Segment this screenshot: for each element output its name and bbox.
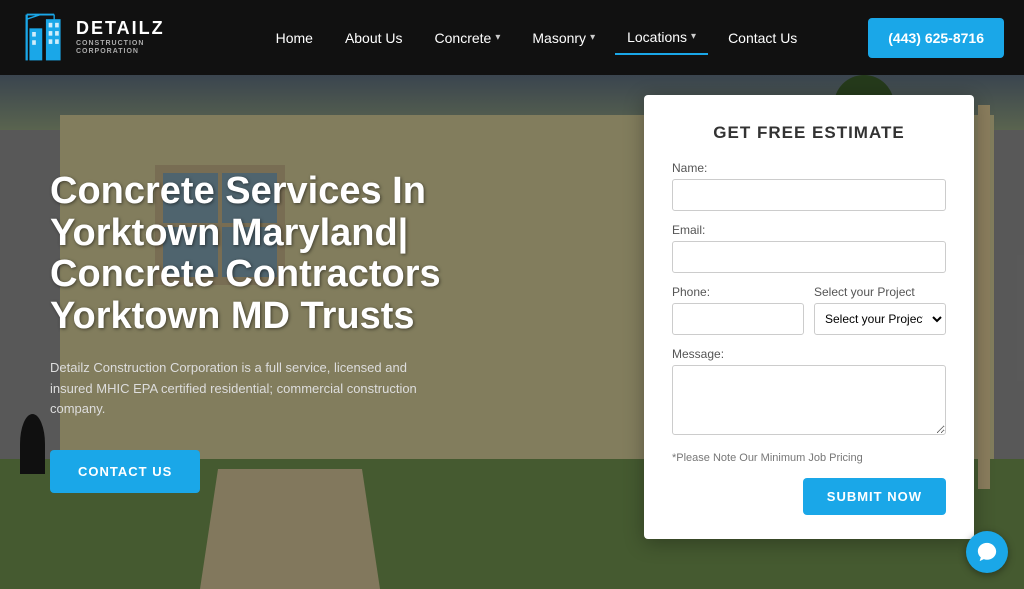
nav-links: Home About Us Concrete ▾ Masonry ▾ Locat… bbox=[205, 21, 869, 55]
logo-name: DETAILZ bbox=[76, 18, 165, 40]
phone-label: Phone: bbox=[672, 285, 804, 299]
phone-field-group: Phone: bbox=[672, 285, 804, 335]
phone-button[interactable]: (443) 625-8716 bbox=[868, 18, 1004, 58]
locations-chevron-icon: ▾ bbox=[691, 31, 696, 42]
project-field-group: Select your Project Select your Project … bbox=[814, 285, 946, 335]
hero-title: Concrete Services In Yorktown Maryland| … bbox=[50, 171, 520, 338]
hero-description: Detailz Construction Corporation is a fu… bbox=[50, 358, 430, 420]
message-textarea[interactable] bbox=[672, 365, 946, 435]
hero-section: Concrete Services In Yorktown Maryland| … bbox=[0, 75, 1024, 589]
navbar: DETAILZ Construction Corporation Home Ab… bbox=[0, 0, 1024, 75]
nav-concrete[interactable]: Concrete ▾ bbox=[423, 22, 513, 54]
logo[interactable]: DETAILZ Construction Corporation bbox=[20, 10, 165, 65]
nav-about[interactable]: About Us bbox=[333, 22, 415, 54]
nav-locations[interactable]: Locations ▾ bbox=[615, 21, 708, 55]
phone-project-row: Phone: Select your Project Select your P… bbox=[672, 285, 946, 335]
concrete-chevron-icon: ▾ bbox=[495, 32, 500, 43]
hero-content: Concrete Services In Yorktown Maryland| … bbox=[0, 75, 570, 589]
logo-sub1: Construction bbox=[76, 40, 165, 48]
nav-contact[interactable]: Contact Us bbox=[716, 22, 809, 54]
masonry-chevron-icon: ▾ bbox=[590, 32, 595, 43]
chat-icon bbox=[976, 541, 998, 563]
project-label: Select your Project bbox=[814, 285, 946, 299]
chat-bubble-button[interactable] bbox=[966, 531, 1008, 573]
message-field-group: Message: bbox=[672, 347, 946, 440]
project-select[interactable]: Select your Project Concrete Masonry Dri… bbox=[814, 303, 946, 335]
email-label: Email: bbox=[672, 223, 946, 237]
nav-masonry[interactable]: Masonry ▾ bbox=[520, 22, 607, 54]
name-input[interactable] bbox=[672, 179, 946, 211]
phone-input[interactable] bbox=[672, 303, 804, 335]
message-label: Message: bbox=[672, 347, 946, 361]
email-field-group: Email: bbox=[672, 223, 946, 273]
form-note: *Please Note Our Minimum Job Pricing bbox=[672, 452, 946, 464]
estimate-form-card: GET FREE ESTIMATE Name: Email: Phone: Se… bbox=[644, 95, 974, 539]
logo-icon bbox=[20, 10, 70, 65]
contact-us-button[interactable]: CONTACT US bbox=[50, 450, 200, 493]
submit-button[interactable]: SUBMIT NOW bbox=[803, 478, 946, 515]
logo-sub2: Corporation bbox=[76, 48, 165, 56]
name-label: Name: bbox=[672, 161, 946, 175]
email-input[interactable] bbox=[672, 241, 946, 273]
nav-home[interactable]: Home bbox=[264, 22, 325, 54]
name-field-group: Name: bbox=[672, 161, 946, 211]
form-title: GET FREE ESTIMATE bbox=[672, 123, 946, 143]
logo-text: DETAILZ Construction Corporation bbox=[76, 18, 165, 56]
